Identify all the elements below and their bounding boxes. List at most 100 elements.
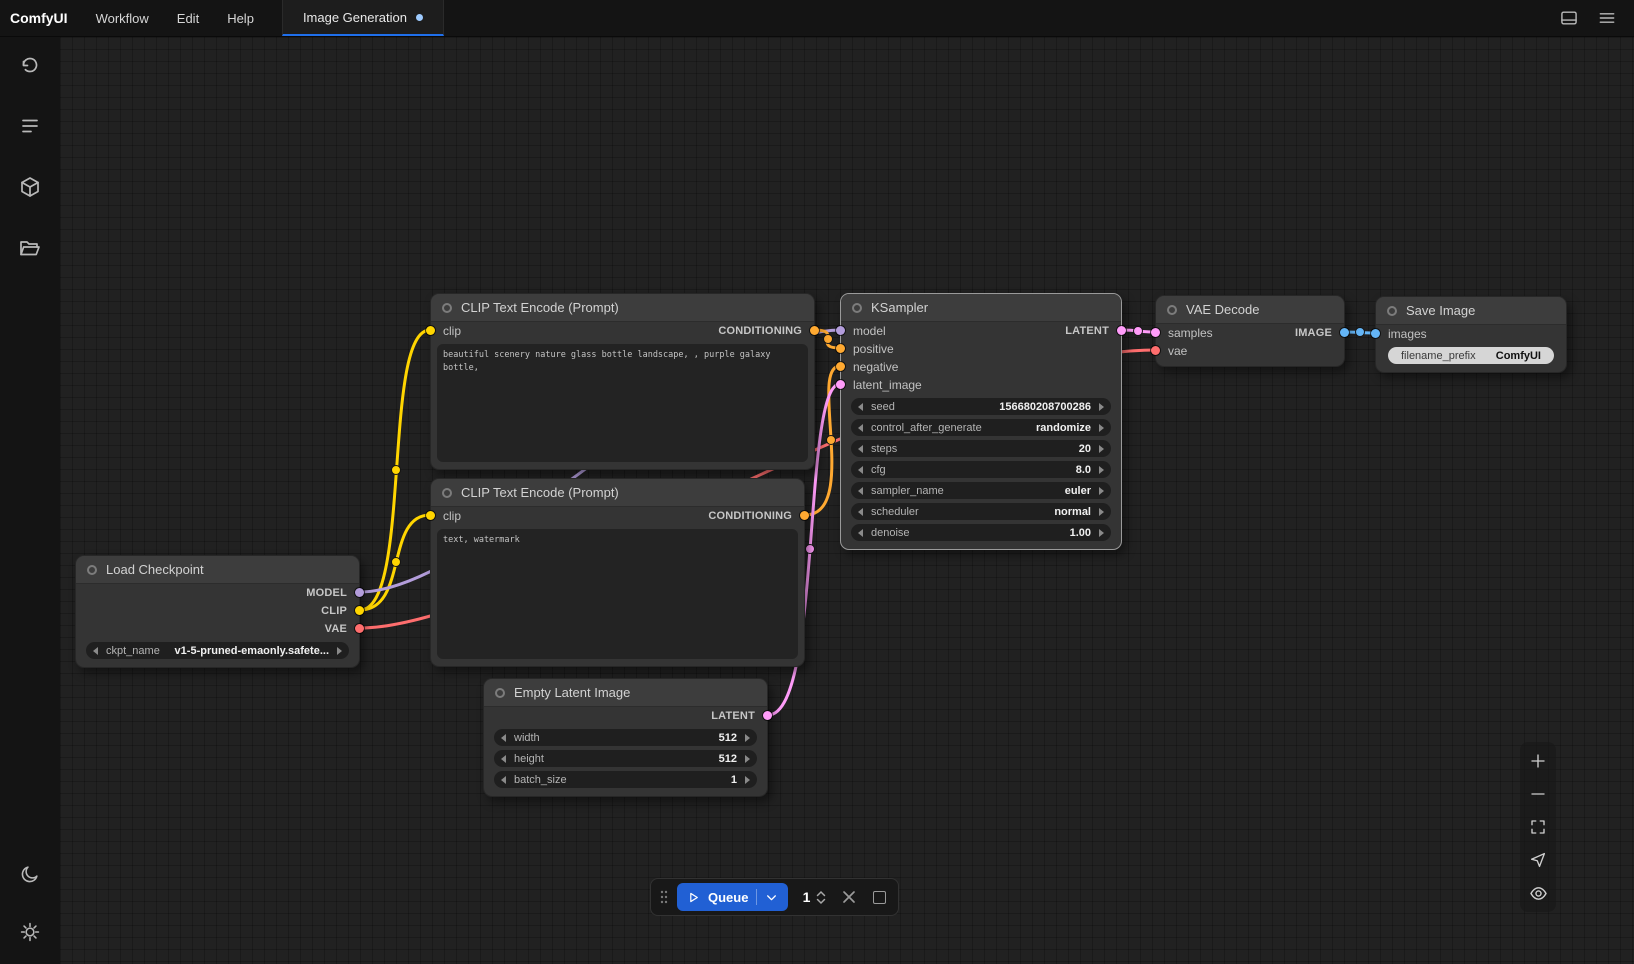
- increment-arrow-icon[interactable]: [1099, 529, 1104, 537]
- output-slot-model[interactable]: [355, 588, 364, 597]
- decrement-arrow-icon[interactable]: [858, 424, 863, 432]
- node-clip-text-encode-positive[interactable]: CLIP Text Encode (Prompt) clip CONDITION…: [430, 293, 815, 470]
- widget-batch-size[interactable]: batch_size 1: [494, 771, 757, 788]
- node-save-image[interactable]: Save Image images filename_prefix ComfyU…: [1375, 296, 1567, 373]
- widget-cfg[interactable]: cfg 8.0: [851, 461, 1111, 478]
- input-slot-samples[interactable]: [1151, 328, 1160, 337]
- collapse-dot-icon[interactable]: [442, 303, 452, 313]
- input-slot-negative[interactable]: [836, 362, 845, 371]
- node-clip-text-encode-negative[interactable]: CLIP Text Encode (Prompt) clip CONDITION…: [430, 478, 805, 667]
- increment-arrow-icon[interactable]: [1099, 445, 1104, 453]
- widget-ckpt-name[interactable]: ckpt_name v1-5-pruned-emaonly.safete...: [86, 642, 349, 659]
- node-title-bar[interactable]: VAE Decode: [1156, 296, 1344, 324]
- input-slot-positive[interactable]: [836, 344, 845, 353]
- decrement-arrow-icon[interactable]: [501, 776, 506, 784]
- increment-arrow-icon[interactable]: [745, 734, 750, 742]
- menu-help[interactable]: Help: [213, 0, 268, 36]
- node-ksampler[interactable]: KSampler model LATENT positive negative …: [840, 293, 1122, 550]
- input-slot-model[interactable]: [836, 326, 845, 335]
- node-title-bar[interactable]: Empty Latent Image: [484, 679, 767, 707]
- zoom-out-icon[interactable]: [1524, 780, 1552, 808]
- model-library-icon[interactable]: [18, 175, 42, 199]
- node-title-bar[interactable]: Load Checkpoint: [76, 556, 359, 584]
- widget-steps[interactable]: steps 20: [851, 440, 1111, 457]
- collapse-dot-icon[interactable]: [442, 488, 452, 498]
- node-graph-canvas[interactable]: Load Checkpoint MODEL CLIP VAE ckpt_name…: [60, 37, 1634, 964]
- increment-arrow-icon[interactable]: [745, 755, 750, 763]
- queue-button[interactable]: Queue: [677, 883, 788, 911]
- decrement-arrow-icon[interactable]: [858, 529, 863, 537]
- chevron-down-icon[interactable]: [765, 891, 778, 904]
- input-slot-latent-image[interactable]: [836, 380, 845, 389]
- stop-icon[interactable]: [868, 886, 890, 908]
- collapse-dot-icon[interactable]: [87, 565, 97, 575]
- theme-moon-icon[interactable]: [18, 862, 42, 886]
- increment-arrow-icon[interactable]: [1099, 508, 1104, 516]
- pan-arrow-icon[interactable]: [1524, 846, 1552, 874]
- decrement-arrow-icon[interactable]: [93, 647, 98, 655]
- collapse-dot-icon[interactable]: [852, 303, 862, 313]
- workflows-folder-icon[interactable]: [18, 236, 42, 260]
- widget-seed[interactable]: seed 156680208700286: [851, 398, 1111, 415]
- output-slot-conditioning[interactable]: [800, 511, 809, 520]
- collapse-dot-icon[interactable]: [1387, 306, 1397, 316]
- increment-arrow-icon[interactable]: [1099, 487, 1104, 495]
- decrement-arrow-icon[interactable]: [858, 445, 863, 453]
- output-slot-conditioning[interactable]: [810, 326, 819, 335]
- decrement-arrow-icon[interactable]: [501, 755, 506, 763]
- collapse-dot-icon[interactable]: [495, 688, 505, 698]
- hamburger-menu-icon[interactable]: [1596, 7, 1618, 29]
- bottom-panel-toggle-icon[interactable]: [1558, 7, 1580, 29]
- widget-control-after-generate[interactable]: control_after_generate randomize: [851, 419, 1111, 436]
- tab-image-generation[interactable]: Image Generation: [282, 0, 444, 36]
- output-slot-vae[interactable]: [355, 624, 364, 633]
- output-slot-image[interactable]: [1340, 328, 1349, 337]
- stepper-down-icon[interactable]: [816, 898, 826, 905]
- input-slot-clip[interactable]: [426, 511, 435, 520]
- prompt-textarea[interactable]: text, watermark: [437, 529, 798, 659]
- stepper-up-icon[interactable]: [816, 890, 826, 897]
- decrement-arrow-icon[interactable]: [858, 508, 863, 516]
- decrement-arrow-icon[interactable]: [858, 403, 863, 411]
- node-title-bar[interactable]: CLIP Text Encode (Prompt): [431, 294, 814, 322]
- node-title-bar[interactable]: Save Image: [1376, 297, 1566, 325]
- increment-arrow-icon[interactable]: [745, 776, 750, 784]
- batch-count-value[interactable]: 1: [800, 889, 812, 905]
- increment-arrow-icon[interactable]: [337, 647, 342, 655]
- node-vae-decode[interactable]: VAE Decode samples IMAGE vae: [1155, 295, 1345, 367]
- input-slot-vae[interactable]: [1151, 346, 1160, 355]
- input-slot-clip[interactable]: [426, 326, 435, 335]
- menu-workflow[interactable]: Workflow: [82, 0, 163, 36]
- increment-arrow-icon[interactable]: [1099, 424, 1104, 432]
- widget-height[interactable]: height 512: [494, 750, 757, 767]
- widget-denoise[interactable]: denoise 1.00: [851, 524, 1111, 541]
- menu-edit[interactable]: Edit: [163, 0, 213, 36]
- toggle-link-visibility-eye-icon[interactable]: [1524, 879, 1552, 907]
- decrement-arrow-icon[interactable]: [501, 734, 506, 742]
- clear-queue-x-icon[interactable]: [838, 886, 860, 908]
- node-title-bar[interactable]: KSampler: [841, 294, 1121, 322]
- output-slot-clip[interactable]: [355, 606, 364, 615]
- node-empty-latent-image[interactable]: Empty Latent Image LATENT width 512 heig…: [483, 678, 768, 797]
- decrement-arrow-icon[interactable]: [858, 466, 863, 474]
- output-slot-latent[interactable]: [1117, 326, 1126, 335]
- increment-arrow-icon[interactable]: [1099, 403, 1104, 411]
- drag-handle-icon[interactable]: [659, 889, 669, 905]
- input-slot-images[interactable]: [1371, 329, 1380, 338]
- widget-width[interactable]: width 512: [494, 729, 757, 746]
- increment-arrow-icon[interactable]: [1099, 466, 1104, 474]
- fit-view-icon[interactable]: [1524, 813, 1552, 841]
- widget-filename-prefix[interactable]: filename_prefix ComfyUI: [1388, 347, 1554, 364]
- node-title-bar[interactable]: CLIP Text Encode (Prompt): [431, 479, 804, 507]
- node-load-checkpoint[interactable]: Load Checkpoint MODEL CLIP VAE ckpt_name…: [75, 555, 360, 668]
- zoom-in-icon[interactable]: [1524, 747, 1552, 775]
- prompt-textarea[interactable]: beautiful scenery nature glass bottle la…: [437, 344, 808, 462]
- queue-list-icon[interactable]: [18, 114, 42, 138]
- batch-count-stepper[interactable]: 1: [796, 889, 830, 905]
- settings-gear-icon[interactable]: [18, 920, 42, 944]
- widget-scheduler[interactable]: scheduler normal: [851, 503, 1111, 520]
- collapse-dot-icon[interactable]: [1167, 305, 1177, 315]
- history-icon[interactable]: [18, 53, 42, 77]
- widget-sampler-name[interactable]: sampler_name euler: [851, 482, 1111, 499]
- output-slot-latent[interactable]: [763, 711, 772, 720]
